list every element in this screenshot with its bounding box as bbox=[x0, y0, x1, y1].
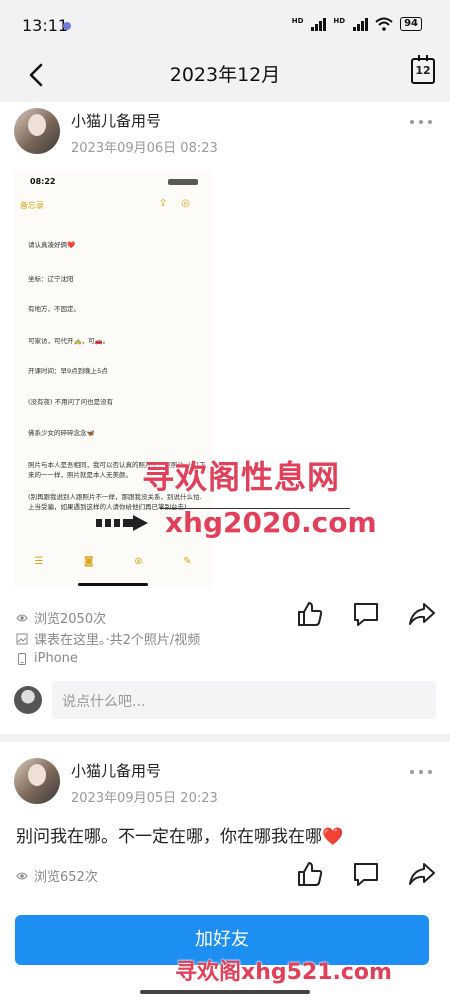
photo-text-line: 坐标：辽宁沈阳 bbox=[28, 275, 74, 283]
avatar[interactable] bbox=[14, 108, 60, 154]
photo-text-line: 可家访，可代开🚕，可🚗。 bbox=[28, 337, 110, 345]
post-divider bbox=[0, 734, 450, 742]
watermark-bottom: 寻欢阁xhg521.com bbox=[175, 960, 392, 985]
location-text: 课表在这里。·共2个照片/视频 bbox=[34, 633, 201, 648]
post-card: 小猫儿备用号 2023年09月06日 08:23 08:22 备忘录 ⇪◎ 请认… bbox=[0, 0, 450, 734]
user-name[interactable]: 小猫儿备用号 bbox=[71, 760, 161, 781]
comment-input[interactable]: 说点什么吧... bbox=[52, 681, 436, 719]
device-text: iPhone bbox=[34, 651, 78, 666]
share-icon[interactable] bbox=[408, 860, 436, 888]
watermark-domain: xhg2020.com bbox=[165, 506, 377, 539]
view-count-text: 浏览652次 bbox=[34, 870, 98, 885]
comment-avatar bbox=[14, 686, 42, 714]
photo-toolbar-icons: ⇪◎ bbox=[158, 198, 204, 209]
post-text: 别问我在哪。不一定在哪，你在哪我在哪❤️ bbox=[16, 827, 344, 847]
user-name[interactable]: 小猫儿备用号 bbox=[71, 110, 161, 131]
photo-status-icons bbox=[168, 179, 198, 185]
comment-icon[interactable] bbox=[352, 600, 380, 628]
photo-bottom-toolbar: ☰ ◙ ⊛ ✎ bbox=[34, 556, 192, 567]
post-date: 2023年09月05日 20:23 bbox=[71, 791, 218, 806]
album-icon bbox=[16, 633, 28, 644]
home-indicator bbox=[140, 990, 310, 994]
photo-text-line: (没有夜) 不用问了问也是没有 bbox=[28, 398, 114, 406]
view-count: 浏览2050次 bbox=[16, 608, 106, 627]
watermark-site-name: 寻欢阁性息网 bbox=[142, 458, 341, 496]
photo-text-line: 佛系少女的碎碎念念🦋 bbox=[28, 429, 95, 437]
avatar[interactable] bbox=[14, 758, 60, 804]
view-count: 浏览652次 bbox=[16, 866, 98, 885]
photo-status-time: 08:22 bbox=[30, 177, 56, 186]
phone-icon bbox=[18, 652, 26, 665]
comment-icon[interactable] bbox=[352, 860, 380, 888]
location-row[interactable]: 课表在这里。·共2个照片/视频 bbox=[16, 629, 200, 648]
like-icon[interactable] bbox=[296, 600, 324, 628]
post-date: 2023年09月06日 08:23 bbox=[71, 141, 218, 156]
photo-back-label: 备忘录 bbox=[20, 201, 44, 210]
eye-icon bbox=[16, 872, 28, 879]
watermark-arrow-icon bbox=[96, 515, 148, 531]
device-row: iPhone bbox=[16, 651, 78, 666]
share-icon[interactable] bbox=[408, 600, 436, 628]
photo-text-line: 开课时间：早9点到晚上5点 bbox=[28, 367, 108, 375]
photo-text-line: 有地方，不固定。 bbox=[28, 305, 80, 313]
view-count-text: 浏览2050次 bbox=[34, 612, 107, 627]
more-options-icon[interactable] bbox=[410, 118, 432, 126]
photo-text-line: 请认真凑好俩❤️ bbox=[28, 241, 76, 249]
like-icon[interactable] bbox=[296, 860, 324, 888]
more-options-icon[interactable] bbox=[410, 768, 432, 776]
photo-home-indicator bbox=[78, 583, 148, 586]
eye-icon bbox=[16, 614, 28, 621]
